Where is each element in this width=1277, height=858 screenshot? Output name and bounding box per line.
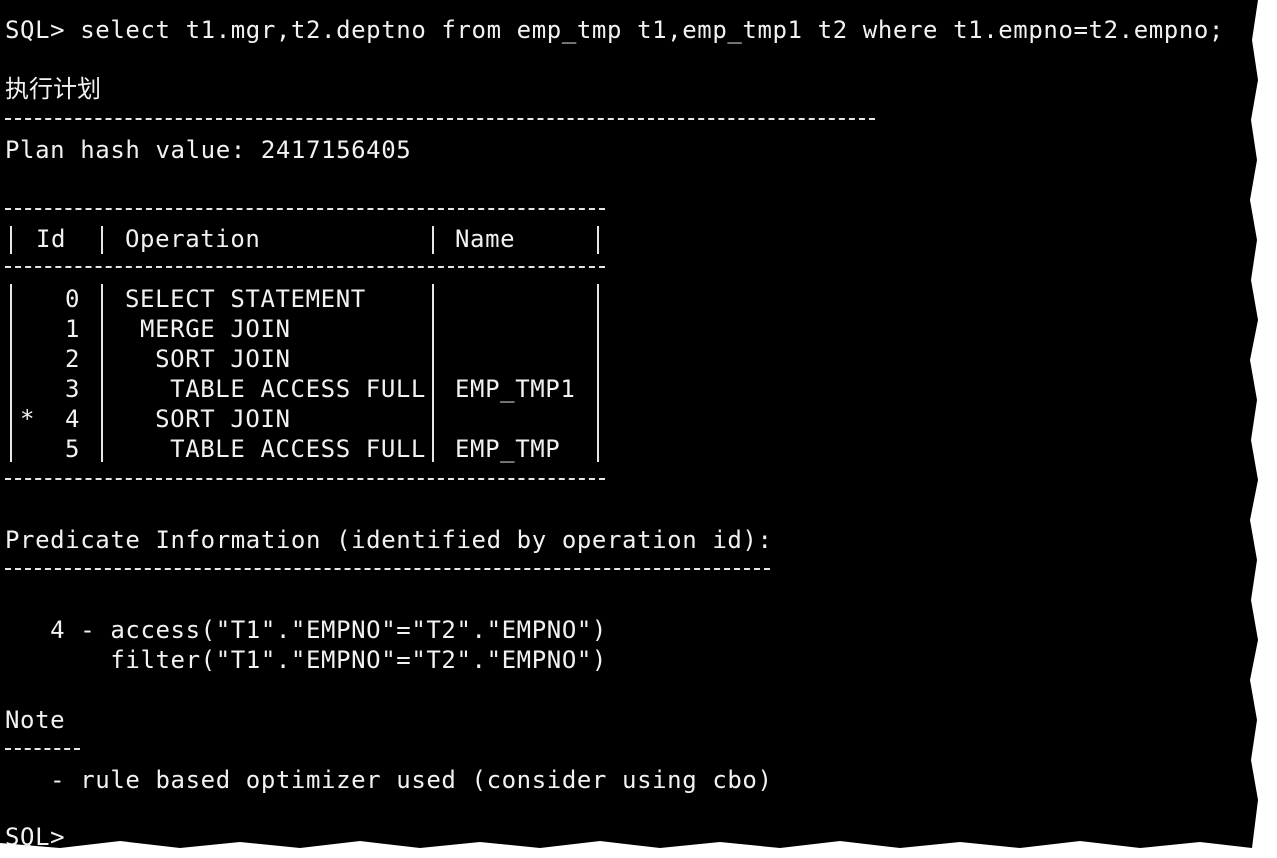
note-text: - rule based optimizer used (consider us…: [5, 766, 773, 794]
column-header-id: Id: [36, 225, 67, 253]
row-operation: TABLE ACCESS FULL: [125, 375, 426, 403]
predicate-heading: Predicate Information (identified by ope…: [5, 526, 773, 554]
table-top-border: [5, 208, 605, 210]
table-border-sep1: [101, 226, 103, 254]
table-border-right: [597, 284, 599, 462]
table-bottom-border: [5, 478, 605, 480]
sql-prompt[interactable]: SQL>: [5, 822, 65, 848]
column-header-name: Name: [455, 225, 516, 253]
row-operation: SELECT STATEMENT: [125, 285, 366, 313]
row-id: 2: [65, 345, 81, 373]
table-border-left: [10, 226, 12, 254]
table-border-sep1: [101, 284, 103, 462]
plan-heading: 执行计划: [5, 75, 101, 103]
row-id: 0: [65, 285, 81, 313]
plan-heading-separator: [5, 118, 875, 120]
table-border-sep2: [432, 284, 434, 462]
row-name: EMP_TMP1: [455, 375, 576, 403]
predicate-access-line: 4 - access("T1"."EMPNO"="T2"."EMPNO"): [5, 616, 607, 644]
note-heading: Note: [5, 706, 66, 734]
row-name: EMP_TMP: [455, 435, 561, 463]
row-id: 5: [65, 435, 81, 463]
row-operation: SORT JOIN: [125, 405, 291, 433]
table-border-sep2: [432, 226, 434, 254]
table-header-separator: [5, 266, 605, 268]
table-border-left: [10, 284, 12, 462]
terminal-window[interactable]: SQL> select t1.mgr,t2.deptno from emp_tm…: [0, 0, 1258, 848]
note-separator: [5, 748, 80, 750]
row-marker: *: [20, 405, 36, 433]
plan-hash-line: Plan hash value: 2417156405: [5, 136, 412, 164]
row-operation: MERGE JOIN: [125, 315, 291, 343]
column-header-operation: Operation: [125, 225, 261, 253]
row-id: 4: [65, 405, 81, 433]
predicate-filter-line: filter("T1"."EMPNO"="T2"."EMPNO"): [5, 646, 607, 674]
row-id: 1: [65, 315, 81, 343]
table-border-right: [597, 226, 599, 254]
sql-query-line: SQL> select t1.mgr,t2.deptno from emp_tm…: [5, 16, 1224, 44]
predicate-separator: [5, 568, 770, 570]
row-operation: TABLE ACCESS FULL: [125, 435, 426, 463]
row-operation: SORT JOIN: [125, 345, 291, 373]
row-id: 3: [65, 375, 81, 403]
